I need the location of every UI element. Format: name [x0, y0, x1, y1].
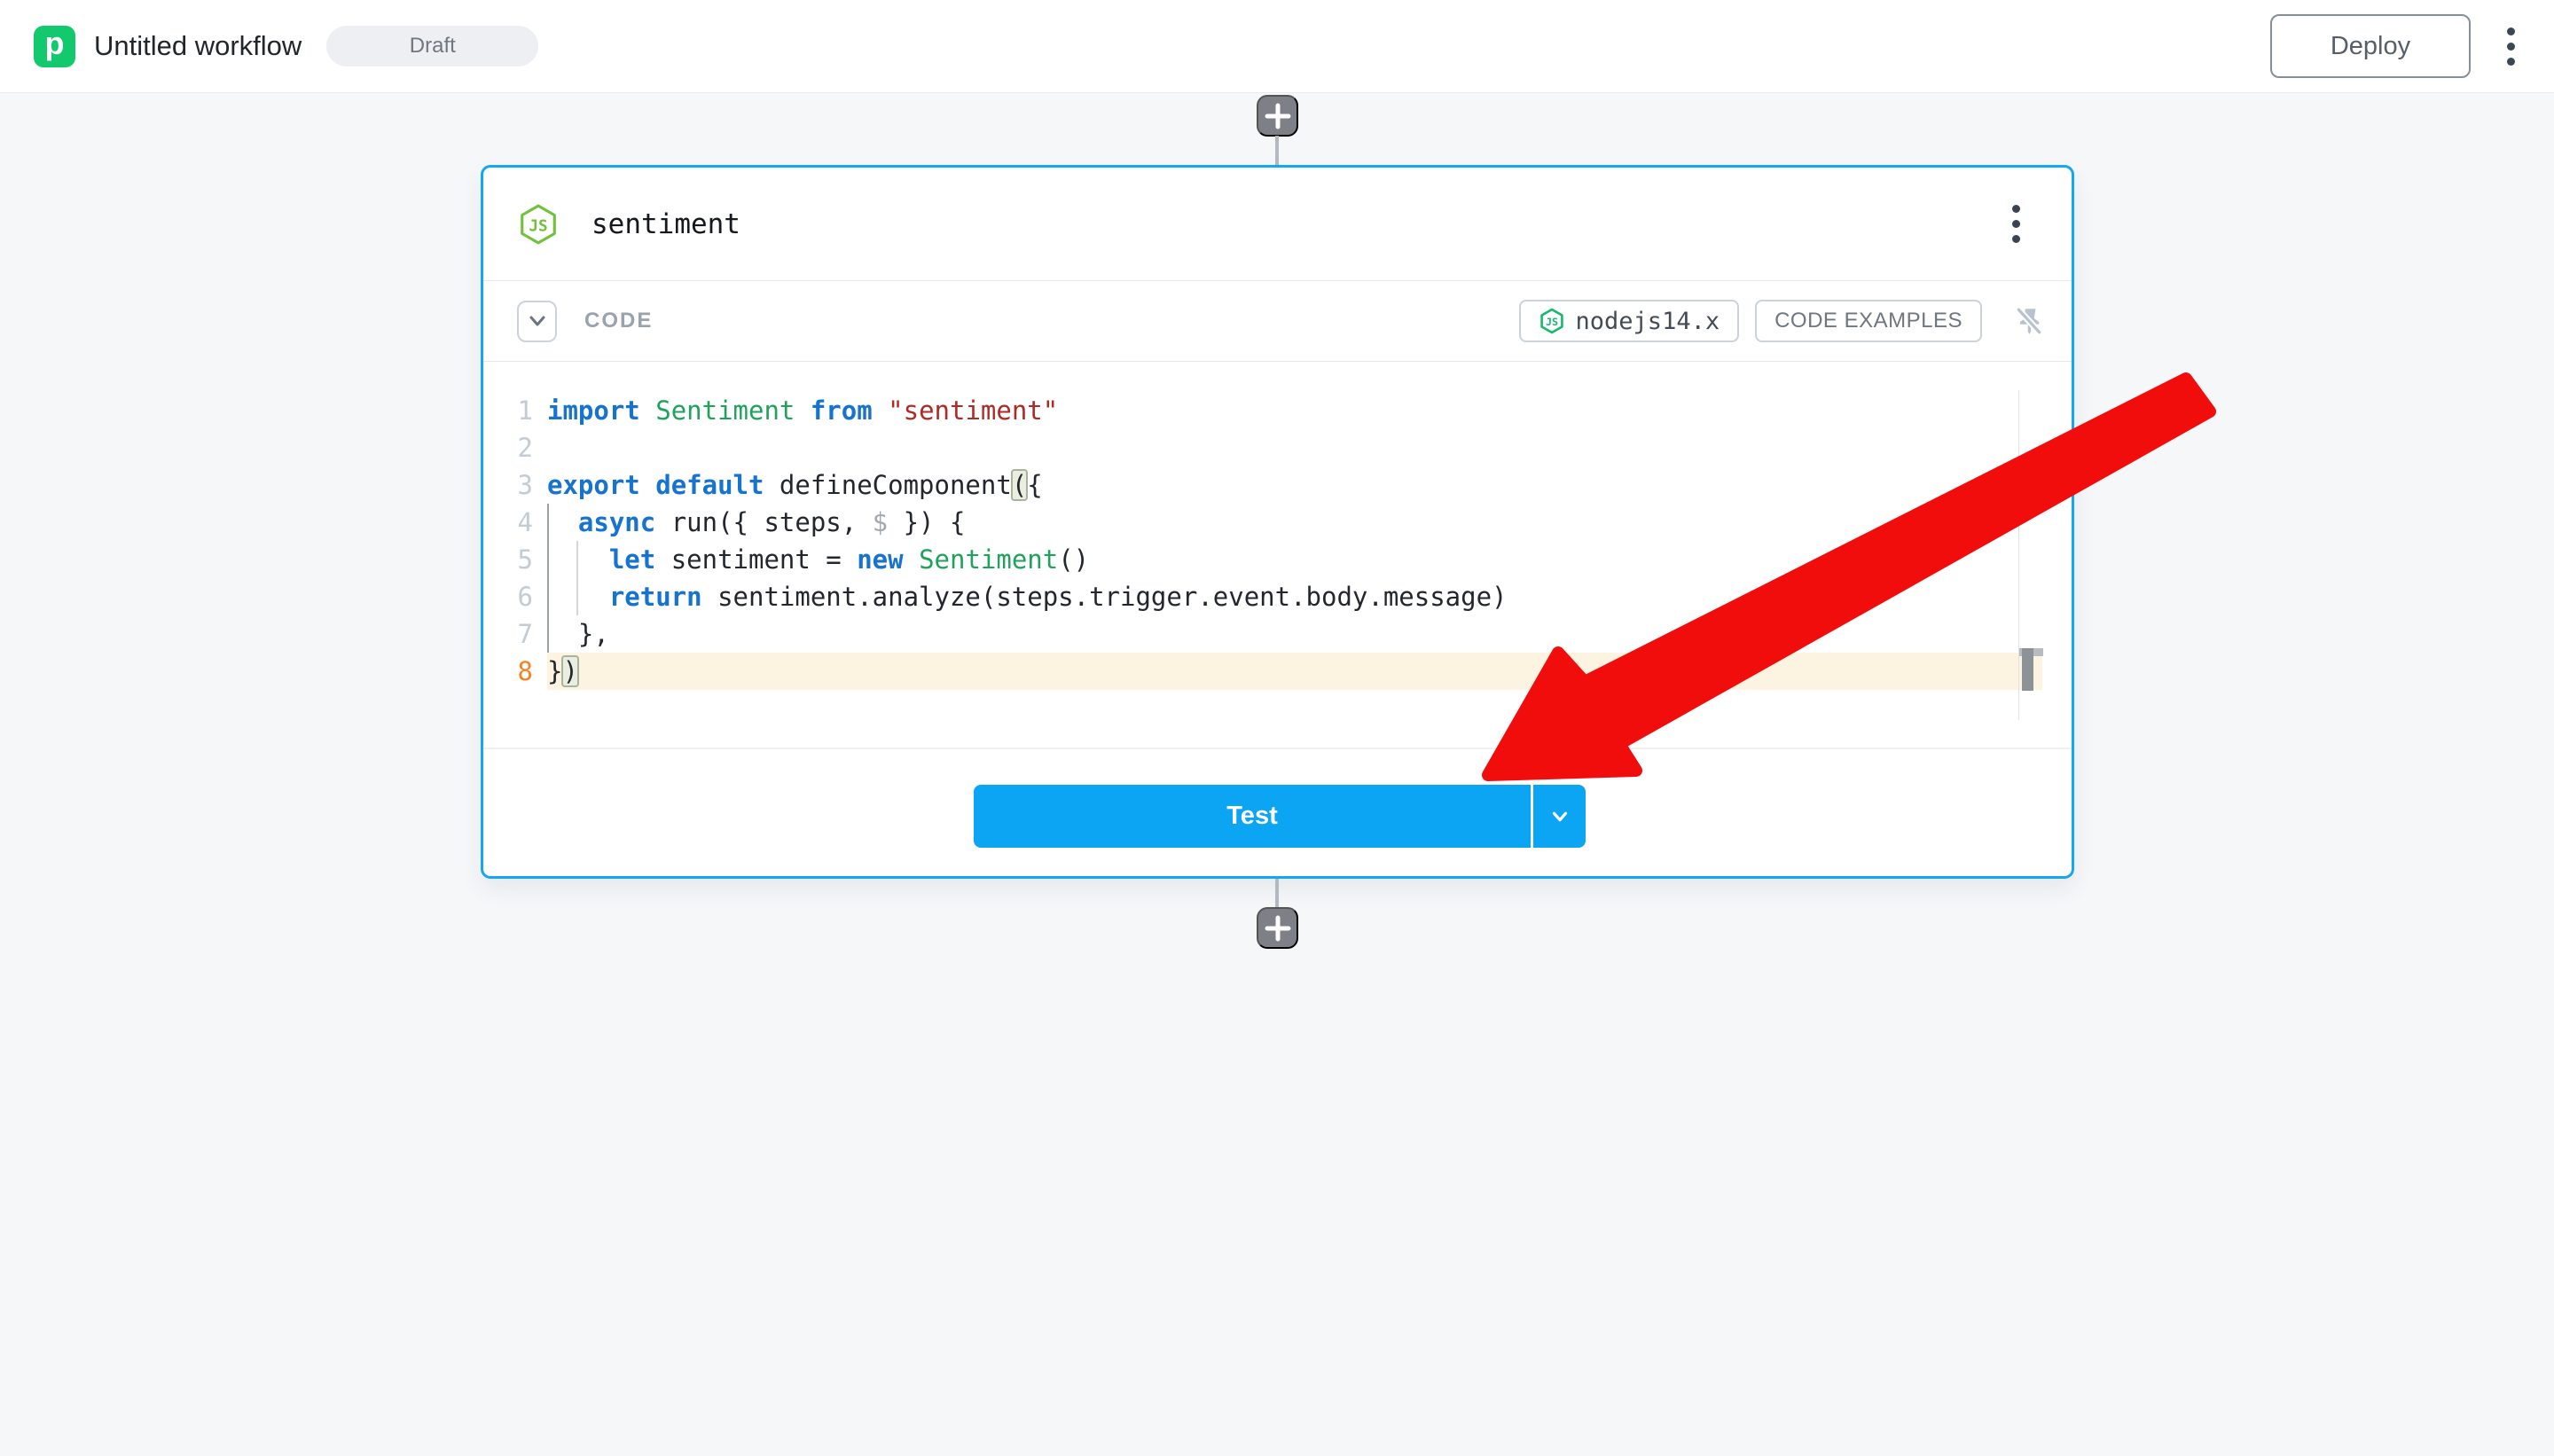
line-content: return sentiment.analyze(steps.trigger.e…: [547, 578, 2042, 615]
code-line[interactable]: 1import Sentiment from "sentiment": [483, 392, 2072, 429]
collapse-section-button[interactable]: [517, 301, 557, 342]
plus-icon: [1265, 915, 1291, 942]
code-line[interactable]: 7 },: [483, 615, 2072, 653]
code-line[interactable]: 5 let sentiment = new Sentiment(): [483, 541, 2072, 578]
line-content: },: [547, 615, 2042, 653]
test-split-button: Test: [974, 785, 1586, 848]
test-options-button[interactable]: [1531, 785, 1586, 848]
code-line[interactable]: 2: [483, 429, 2072, 466]
chevron-down-icon: [525, 309, 550, 333]
status-badge: Draft: [326, 26, 538, 67]
add-step-below-button[interactable]: [1257, 907, 1298, 949]
unpin-icon[interactable]: [2014, 306, 2044, 336]
step-title[interactable]: sentiment: [591, 208, 740, 240]
line-content: import Sentiment from "sentiment": [547, 392, 2042, 429]
code-toolbar: CODE JS nodejs14.x CODE EXAMPLES: [483, 281, 2072, 362]
connector-line: [1275, 136, 1279, 166]
line-number: 6: [483, 578, 547, 615]
line-number: 5: [483, 541, 547, 578]
connector-line: [1275, 879, 1279, 908]
line-content: [547, 429, 2042, 466]
line-content: }): [547, 653, 2042, 690]
code-editor[interactable]: 1import Sentiment from "sentiment"23expo…: [483, 362, 2072, 748]
workflow-builder-page: p Untitled workflow Draft Deploy JS sent…: [0, 0, 2554, 1456]
nodejs-icon: JS: [517, 203, 560, 246]
scrollbar-mark: [2022, 490, 2032, 505]
code-line[interactable]: 3export default defineComponent({: [483, 466, 2072, 504]
code-line[interactable]: 8}): [483, 653, 2072, 690]
line-content: async run({ steps, $ }) {: [547, 504, 2042, 541]
line-number: 8: [483, 653, 547, 690]
svg-text:JS: JS: [529, 217, 547, 235]
step-header: JS sentiment: [483, 168, 2072, 281]
line-number: 1: [483, 392, 547, 429]
line-number: 2: [483, 429, 547, 466]
step-kebab-menu-icon[interactable]: [2007, 200, 2025, 248]
indent-guide: [547, 504, 549, 653]
indent-guide: [576, 541, 578, 615]
logo-letter: p: [45, 25, 65, 62]
line-content: export default defineComponent({: [547, 466, 2042, 504]
test-button[interactable]: Test: [974, 785, 1531, 848]
code-line[interactable]: 6 return sentiment.analyze(steps.trigger…: [483, 578, 2072, 615]
kebab-menu-icon[interactable]: [2502, 22, 2520, 71]
code-rows: 1import Sentiment from "sentiment"23expo…: [483, 392, 2072, 690]
plus-icon: [1265, 103, 1291, 129]
step-card-sentiment: JS sentiment CODE JS nodejs14.x: [481, 165, 2074, 879]
line-content: let sentiment = new Sentiment(): [547, 541, 2042, 578]
runtime-label: nodejs14.x: [1576, 308, 1720, 335]
add-step-above-button[interactable]: [1257, 95, 1298, 137]
runtime-badge[interactable]: JS nodejs14.x: [1519, 300, 1740, 342]
chevron-down-icon: [1548, 805, 1571, 828]
deploy-button[interactable]: Deploy: [2270, 14, 2471, 78]
app-header: p Untitled workflow Draft Deploy: [0, 0, 2554, 93]
editor-scrollbar[interactable]: [2018, 390, 2019, 720]
line-number: 7: [483, 615, 547, 653]
line-number: 4: [483, 504, 547, 541]
pipedream-logo[interactable]: p: [34, 26, 75, 67]
section-label: CODE: [584, 309, 653, 333]
nodejs-icon: JS: [1539, 308, 1565, 334]
code-examples-button[interactable]: CODE EXAMPLES: [1755, 300, 1982, 342]
divider: [483, 748, 2072, 749]
svg-text:JS: JS: [1545, 316, 1557, 328]
line-number: 3: [483, 466, 547, 504]
code-line[interactable]: 4 async run({ steps, $ }) {: [483, 504, 2072, 541]
workflow-title[interactable]: Untitled workflow: [94, 30, 302, 62]
scrollbar-thumb[interactable]: [2022, 648, 2033, 691]
